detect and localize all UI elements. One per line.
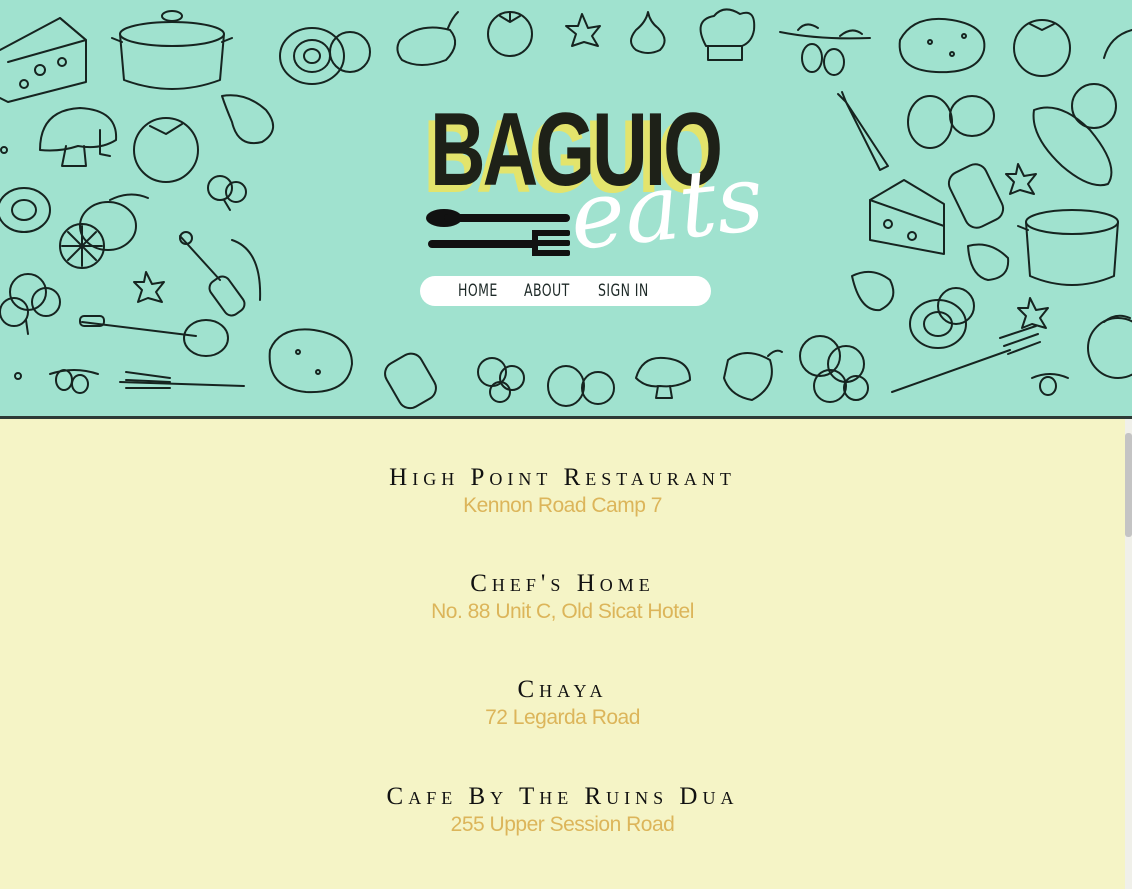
cheese-icon xyxy=(869,179,945,255)
pepper-icon xyxy=(396,11,459,66)
restaurant-name[interactable]: High Point Restaurant xyxy=(0,463,1125,493)
restaurant-name[interactable]: Chaya xyxy=(0,675,1125,705)
herb-icon xyxy=(1017,297,1049,329)
onion-icon xyxy=(0,187,51,233)
olive-branch-icon xyxy=(779,23,871,76)
decor-dots xyxy=(0,146,22,380)
restaurant-item[interactable]: Chef's Home No. 88 Unit C, Old Sicat Hot… xyxy=(0,569,1125,625)
cheese-icon xyxy=(0,17,87,103)
olive-branch-icon xyxy=(1031,373,1069,396)
logo-script: eats xyxy=(564,144,769,271)
pepper-icon xyxy=(723,349,783,401)
lemon-icon xyxy=(1087,314,1132,379)
restaurant-address: No. 88 Unit C, Old Sicat Hotel xyxy=(431,600,694,623)
main-nav: HOME ABOUT SIGN IN xyxy=(420,276,711,306)
ladle-icon xyxy=(79,315,229,357)
potato-icon xyxy=(268,328,353,394)
lemon-icon xyxy=(59,193,149,269)
broccoli-icon xyxy=(799,335,869,403)
nav-home-link[interactable]: HOME xyxy=(458,281,498,301)
carrot-icon xyxy=(837,91,889,171)
spoon-fork-icon xyxy=(426,209,570,256)
vertical-scrollbar[interactable] xyxy=(1125,419,1132,889)
onion-icon xyxy=(279,27,371,85)
site-header: BAGUIO eats HOME ABOUT SIGN IN xyxy=(0,0,1132,419)
herb-icon xyxy=(565,13,601,47)
nav-sign-in-link[interactable]: SIGN IN xyxy=(598,281,649,301)
olive-branch-icon xyxy=(49,369,99,394)
potato-icon xyxy=(898,18,986,74)
pepper-icon xyxy=(967,243,1010,281)
restaurant-item[interactable]: Chaya 72 Legarda Road xyxy=(0,675,1125,731)
scrollbar-thumb[interactable] xyxy=(1125,433,1132,537)
restaurant-address: 255 Upper Session Road xyxy=(450,813,675,836)
mushroom-icon xyxy=(635,356,691,399)
tomato-icon xyxy=(487,11,533,57)
tomato-icon xyxy=(133,117,199,183)
restaurant-address: Kennon Road Camp 7 xyxy=(463,494,662,517)
garlic-icon xyxy=(851,270,895,312)
salt-shaker-icon xyxy=(947,163,1005,229)
salt-shaker-icon xyxy=(384,352,437,410)
pot-icon xyxy=(111,10,233,90)
egg-icon xyxy=(547,365,615,407)
tomato-icon xyxy=(1013,19,1071,77)
restaurant-name[interactable]: Chef's Home xyxy=(0,569,1125,599)
garlic-icon xyxy=(221,94,274,144)
broccoli-icon xyxy=(0,175,247,335)
fork-icon xyxy=(119,371,245,389)
restaurant-item[interactable]: High Point Restaurant Kennon Road Camp 7 xyxy=(0,463,1125,519)
herb-icon xyxy=(133,271,165,303)
mixer-icon xyxy=(179,231,262,317)
eggplant-icon xyxy=(1032,83,1117,187)
egg-icon xyxy=(907,95,995,149)
pot-icon xyxy=(1017,209,1119,286)
chef-hat-icon xyxy=(699,8,756,61)
herb-icon xyxy=(1005,163,1037,195)
nav-about-link[interactable]: ABOUT xyxy=(524,281,570,301)
site-logo[interactable]: BAGUIO eats xyxy=(420,96,768,276)
restaurant-item[interactable]: Cafe By The Ruins Dua 255 Upper Session … xyxy=(0,782,1125,838)
restaurant-address: 72 Legarda Road xyxy=(485,706,640,729)
garlic-icon xyxy=(630,11,666,54)
mushroom-icon xyxy=(39,107,118,167)
broccoli-icon xyxy=(477,357,525,403)
restaurant-list: High Point Restaurant Kennon Road Camp 7… xyxy=(0,419,1125,889)
onion-icon xyxy=(909,287,975,349)
restaurant-name[interactable]: Cafe By The Ruins Dua xyxy=(0,782,1125,812)
decor-stroke xyxy=(1103,29,1132,59)
